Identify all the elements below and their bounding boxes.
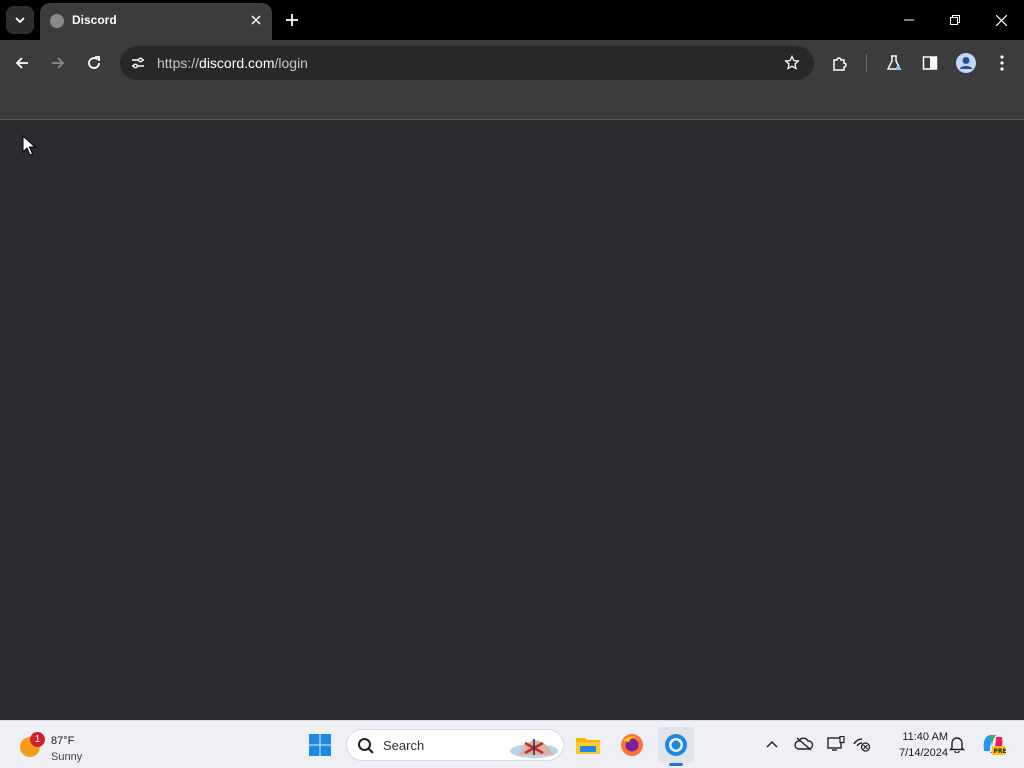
network-tray[interactable] [851,733,873,755]
chevron-down-icon [15,17,25,24]
weather-temperature: 87°F [51,735,75,747]
address-bar[interactable]: https://discord.com/login [120,46,814,80]
mouse-cursor-icon [22,135,36,156]
show-hidden-icons-button[interactable] [761,733,783,755]
file-explorer-button[interactable] [570,727,606,763]
bell-icon [949,737,965,753]
reload-button[interactable] [80,49,108,77]
clock-date: 7/14/2024 [899,747,948,759]
weather-condition: Sunny [51,751,83,763]
weather-widget[interactable]: 1 87°F Sunny [16,727,106,763]
monitor-icon [827,736,845,751]
plus-icon [286,14,298,26]
tab-title: Discord [72,13,117,27]
notifications-button[interactable] [946,733,968,755]
back-button[interactable] [8,49,36,77]
onedrive-tray[interactable] [793,733,815,755]
tab-search-button[interactable] [6,6,34,34]
cloud-offline-icon [794,737,814,751]
display-tray[interactable] [825,733,847,755]
arrow-left-icon [15,57,28,69]
browser-toolbar: https://discord.com/login [0,40,1024,86]
minimize-button[interactable] [886,0,932,40]
more-vertical-icon [1000,55,1004,71]
profile-button[interactable] [952,49,980,77]
globe-icon [50,14,64,28]
system-clock[interactable]: 11:40 AM 7/14/2024 [878,729,948,761]
close-tab-icon[interactable] [248,12,264,28]
taskbar-search[interactable]: Search [346,729,564,761]
start-button[interactable] [302,727,338,763]
search-label: Search [383,738,425,753]
network-disconnected-icon [853,738,871,752]
chevron-up-icon [766,740,778,748]
page-viewport[interactable] [0,121,1024,720]
url-scheme: https:// [157,55,200,71]
close-icon [995,14,1007,26]
copilot-button[interactable]: PRE [980,731,1006,757]
toolbar-divider [866,54,867,72]
windows-logo-icon [309,734,331,756]
chrome-button[interactable] [658,727,694,763]
url-text[interactable]: https://discord.com/login [157,55,308,71]
tab-discord[interactable]: Discord [40,3,272,40]
taskbar: 1 87°F Sunny Search 11:40 AM 7/14/2024 P… [0,720,1024,768]
extensions-button[interactable] [826,49,854,77]
svg-text:PRE: PRE [994,748,1007,755]
avatar-icon [956,53,976,73]
arrow-right-icon [52,57,65,69]
bookmark-star-icon[interactable] [782,53,802,73]
active-app-indicator [669,763,683,766]
search-icon [358,738,374,754]
site-settings-icon[interactable] [128,53,148,73]
new-tab-button[interactable] [280,8,304,32]
labs-button[interactable] [880,49,908,77]
side-panel-icon [922,56,938,70]
url-host: discord.com [199,55,275,71]
notification-badge: 1 [30,732,45,747]
search-highlight-image-icon [510,739,558,758]
url-path: /login [274,55,308,71]
tab-strip: Discord [0,0,1024,40]
side-panel-button[interactable] [916,49,944,77]
clock-time: 11:40 AM [902,731,948,743]
restore-icon [950,15,960,25]
firefox-icon [621,734,643,756]
copilot-icon: PRE [983,735,1007,755]
folder-icon [576,738,600,754]
minimize-icon [904,19,914,21]
menu-button[interactable] [988,49,1016,77]
reload-icon [88,56,100,69]
toolbar-lower-strip [0,86,1024,120]
puzzle-icon [833,57,847,71]
firefox-button[interactable] [614,727,650,763]
restore-button[interactable] [932,0,978,40]
flask-icon [886,55,902,70]
close-window-button[interactable] [978,0,1024,40]
chrome-icon [665,734,687,756]
forward-button[interactable] [44,49,72,77]
